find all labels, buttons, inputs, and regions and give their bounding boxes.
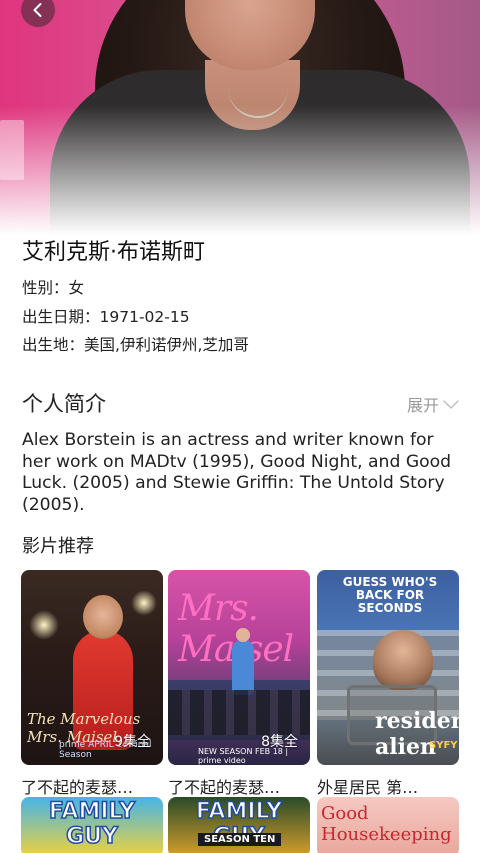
poster-title[interactable]: 外星居民 第…	[317, 774, 461, 798]
birth-date-label: 出生日期：	[22, 308, 100, 326]
network-logo: SYFY	[429, 740, 458, 751]
birth-date-row: 出生日期：1971-02-15	[22, 305, 190, 327]
chevron-down-icon	[443, 400, 459, 409]
poster-logo: FAMILY GUY	[48, 798, 136, 850]
poster-card[interactable]: FAMILY GUY	[21, 797, 163, 853]
profile-photo	[0, 0, 480, 235]
episode-count: 8集全	[261, 734, 298, 750]
poster-card[interactable]: Good Housekeeping	[317, 797, 459, 853]
poster-light	[131, 590, 157, 616]
poster-figure-head	[236, 628, 250, 642]
poster-figure	[373, 630, 433, 690]
recommendations-title: 影片推荐	[22, 536, 94, 557]
poster-title[interactable]: 了不起的麦瑟…	[168, 774, 312, 798]
bio-text: Alex Borstein is an actress and writer k…	[22, 430, 452, 515]
poster-light	[29, 610, 59, 640]
poster-caption: SEASON TEN	[198, 833, 282, 846]
poster-card[interactable]: Mrs. Maisel NEW SEASON FEB 18 | prime vi…	[168, 570, 310, 765]
birthplace-value: 美国,伊利诺伊州,芝加哥	[84, 336, 249, 354]
poster-crowd	[168, 690, 310, 735]
bio-section-title: 个人简介	[22, 392, 106, 416]
gender-label: 性别：	[22, 279, 69, 297]
photo-fade	[0, 0, 480, 235]
expand-label: 展开	[406, 396, 439, 415]
birthplace-row: 出生地：美国,伊利诺伊州,芝加哥	[22, 333, 249, 355]
poster-card[interactable]: The Marvelous Mrs. Maisel prime APRIL 14…	[21, 570, 163, 765]
gender-value: 女	[68, 279, 85, 297]
poster-title[interactable]: 了不起的麦瑟…	[21, 774, 165, 798]
gender-row: 性别：女	[22, 276, 84, 298]
poster-figure	[232, 640, 254, 695]
chevron-left-icon	[33, 3, 42, 17]
poster-headline: GUESS WHO'S BACK FOR SECONDS	[342, 575, 438, 615]
poster-logo: resident alien	[375, 708, 459, 760]
expand-bio-button[interactable]: 展开	[407, 392, 460, 416]
birth-date-value: 1971-02-15	[99, 308, 190, 326]
person-name: 艾利克斯·布诺斯町	[22, 240, 205, 265]
poster-logo: Good Housekeeping	[321, 803, 452, 845]
poster-card[interactable]: GUESS WHO'S BACK FOR SECONDS resident al…	[317, 570, 459, 765]
birthplace-label: 出生地：	[22, 336, 85, 354]
poster-card[interactable]: FAMILY GUY SEASON TEN	[168, 797, 310, 853]
poster-figure-head	[83, 595, 123, 639]
episode-count: 9集全	[114, 734, 151, 750]
